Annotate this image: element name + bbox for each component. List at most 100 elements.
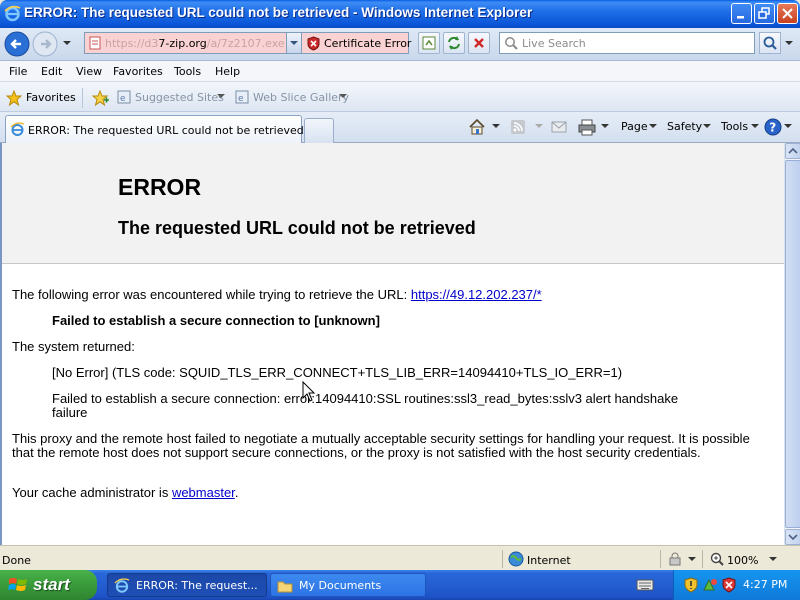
status-separator — [502, 550, 503, 568]
admin-line: Your cache administrator is webmaster. — [12, 486, 772, 500]
internet-explorer-icon — [114, 578, 130, 593]
web-slice-gallery-link[interactable]: Web Slice Gallery — [253, 91, 349, 104]
zoom-level[interactable]: 100% — [727, 554, 758, 567]
menu-favorites[interactable]: Favorites — [113, 65, 163, 78]
taskbar-my-documents[interactable]: My Documents — [270, 573, 426, 597]
new-tab-button[interactable] — [304, 118, 334, 143]
menu-tools[interactable]: Tools — [174, 65, 201, 78]
page-icon — [89, 36, 101, 50]
tab-error-page[interactable]: ERROR: The requested URL could not be re… — [5, 115, 304, 143]
error-url-link[interactable]: https://49.12.202.237/* — [411, 287, 542, 302]
status-bar: Done Internet 100% — [0, 545, 800, 570]
chevron-down-icon[interactable] — [217, 94, 225, 100]
maximize-button[interactable] — [754, 3, 775, 24]
web-slice-icon: e — [235, 90, 249, 104]
print-icon[interactable] — [578, 118, 596, 136]
close-button[interactable] — [777, 3, 798, 24]
chevron-down-icon[interactable] — [703, 124, 711, 130]
chevron-down-icon[interactable] — [769, 557, 777, 563]
url-prefix: https://d3 — [105, 37, 159, 50]
favorites-bar: Favorites e Suggested Sites e Web Slice … — [0, 82, 800, 112]
add-favorite-icon[interactable] — [92, 90, 109, 106]
scroll-thumb[interactable] — [785, 160, 800, 528]
menu-bar: File Edit View Favorites Tools Help — [0, 61, 800, 82]
search-options-dropdown[interactable] — [784, 40, 794, 48]
security-alert-icon[interactable] — [683, 577, 699, 593]
refresh-button[interactable] — [443, 32, 465, 54]
windows-logo-icon — [8, 578, 27, 591]
chevron-down-icon[interactable] — [535, 124, 543, 130]
menu-help[interactable]: Help — [215, 65, 240, 78]
refresh-icon — [448, 36, 460, 50]
status-separator — [660, 550, 661, 568]
menu-edit[interactable]: Edit — [41, 65, 62, 78]
certificate-error-button[interactable]: Certificate Error — [302, 32, 411, 54]
taskbar-ie-window[interactable]: ERROR: The request... — [107, 573, 267, 597]
favorites-button[interactable]: Favorites — [26, 91, 76, 104]
tab-label: ERROR: The requested URL could not be re… — [28, 124, 304, 137]
scroll-down-button[interactable] — [785, 529, 800, 545]
folder-icon — [277, 581, 293, 593]
minimize-button[interactable] — [731, 3, 752, 24]
network-icon[interactable] — [702, 577, 718, 593]
taskbar-task-label: ERROR: The request... — [136, 579, 258, 592]
tab-bar: ERROR: The requested URL could not be re… — [0, 112, 800, 143]
zoom-icon[interactable] — [709, 551, 725, 567]
address-dropdown-button[interactable] — [286, 32, 302, 54]
scroll-up-button[interactable] — [785, 143, 800, 159]
chevron-down-icon[interactable] — [784, 124, 792, 130]
status-text: Done — [2, 554, 31, 567]
safety-menu[interactable]: Safety — [667, 120, 702, 133]
suggested-sites-link[interactable]: Suggested Sites — [135, 91, 224, 104]
error-intro-text: The following error was encountered whil… — [12, 287, 411, 302]
windows-security-shield-icon[interactable] — [721, 577, 737, 593]
help-icon[interactable]: ? — [764, 118, 782, 136]
vertical-scrollbar[interactable] — [784, 143, 800, 545]
mouse-cursor-icon — [302, 381, 316, 402]
url-suffix: /a/7z2107.exe — [206, 37, 285, 50]
error-header: ERROR The requested URL could not be ret… — [2, 143, 784, 264]
ssl-error-text: Failed to establish a secure connection:… — [52, 391, 679, 420]
system-returned-label: The system returned: — [12, 339, 135, 354]
protected-mode-icon[interactable] — [667, 552, 683, 566]
stop-button[interactable] — [468, 32, 490, 54]
keyboard-icon[interactable] — [636, 577, 654, 593]
internet-zone-globe-icon — [508, 551, 524, 567]
tools-menu[interactable]: Tools — [721, 120, 748, 133]
page-menu[interactable]: Page — [621, 120, 648, 133]
chevron-down-icon[interactable] — [751, 124, 759, 130]
home-icon[interactable] — [468, 118, 486, 136]
menu-view[interactable]: View — [76, 65, 102, 78]
page-content: ERROR The requested URL could not be ret… — [0, 143, 784, 545]
chevron-down-icon[interactable] — [339, 94, 347, 100]
chevron-up-icon — [788, 147, 798, 154]
back-button[interactable] — [4, 31, 30, 57]
stop-icon — [474, 38, 484, 48]
title-bar[interactable]: ERROR: The requested URL could not be re… — [0, 0, 800, 28]
address-bar[interactable]: https://d37-zip.org/a/7z2107.exe — [84, 32, 299, 54]
page-favicon-icon — [10, 122, 25, 136]
search-icon — [505, 37, 518, 50]
compatibility-view-button[interactable] — [418, 32, 440, 54]
minimize-icon — [737, 16, 744, 19]
start-label: start — [33, 575, 70, 594]
chevron-down-icon[interactable] — [649, 124, 657, 130]
security-zone-label[interactable]: Internet — [527, 554, 571, 567]
search-box[interactable]: Live Search — [499, 32, 755, 54]
feeds-icon[interactable] — [510, 119, 526, 135]
menu-file[interactable]: File — [9, 65, 27, 78]
webmaster-link[interactable]: webmaster — [172, 485, 235, 500]
recent-pages-dropdown[interactable] — [62, 40, 72, 48]
chevron-down-icon[interactable] — [601, 124, 609, 130]
windows-taskbar: start ERROR: The request... My Documents… — [0, 570, 800, 600]
search-button[interactable] — [759, 32, 781, 54]
admin-prefix: Your cache administrator is — [12, 485, 172, 500]
chevron-down-icon[interactable] — [688, 557, 696, 563]
url-host: 7-zip.org — [158, 37, 207, 50]
forward-button[interactable] — [32, 31, 58, 57]
read-mail-icon[interactable] — [551, 119, 567, 135]
start-button[interactable]: start — [0, 570, 97, 600]
status-separator — [702, 550, 703, 568]
chevron-down-icon[interactable] — [492, 124, 500, 130]
shield-error-icon — [307, 36, 320, 51]
